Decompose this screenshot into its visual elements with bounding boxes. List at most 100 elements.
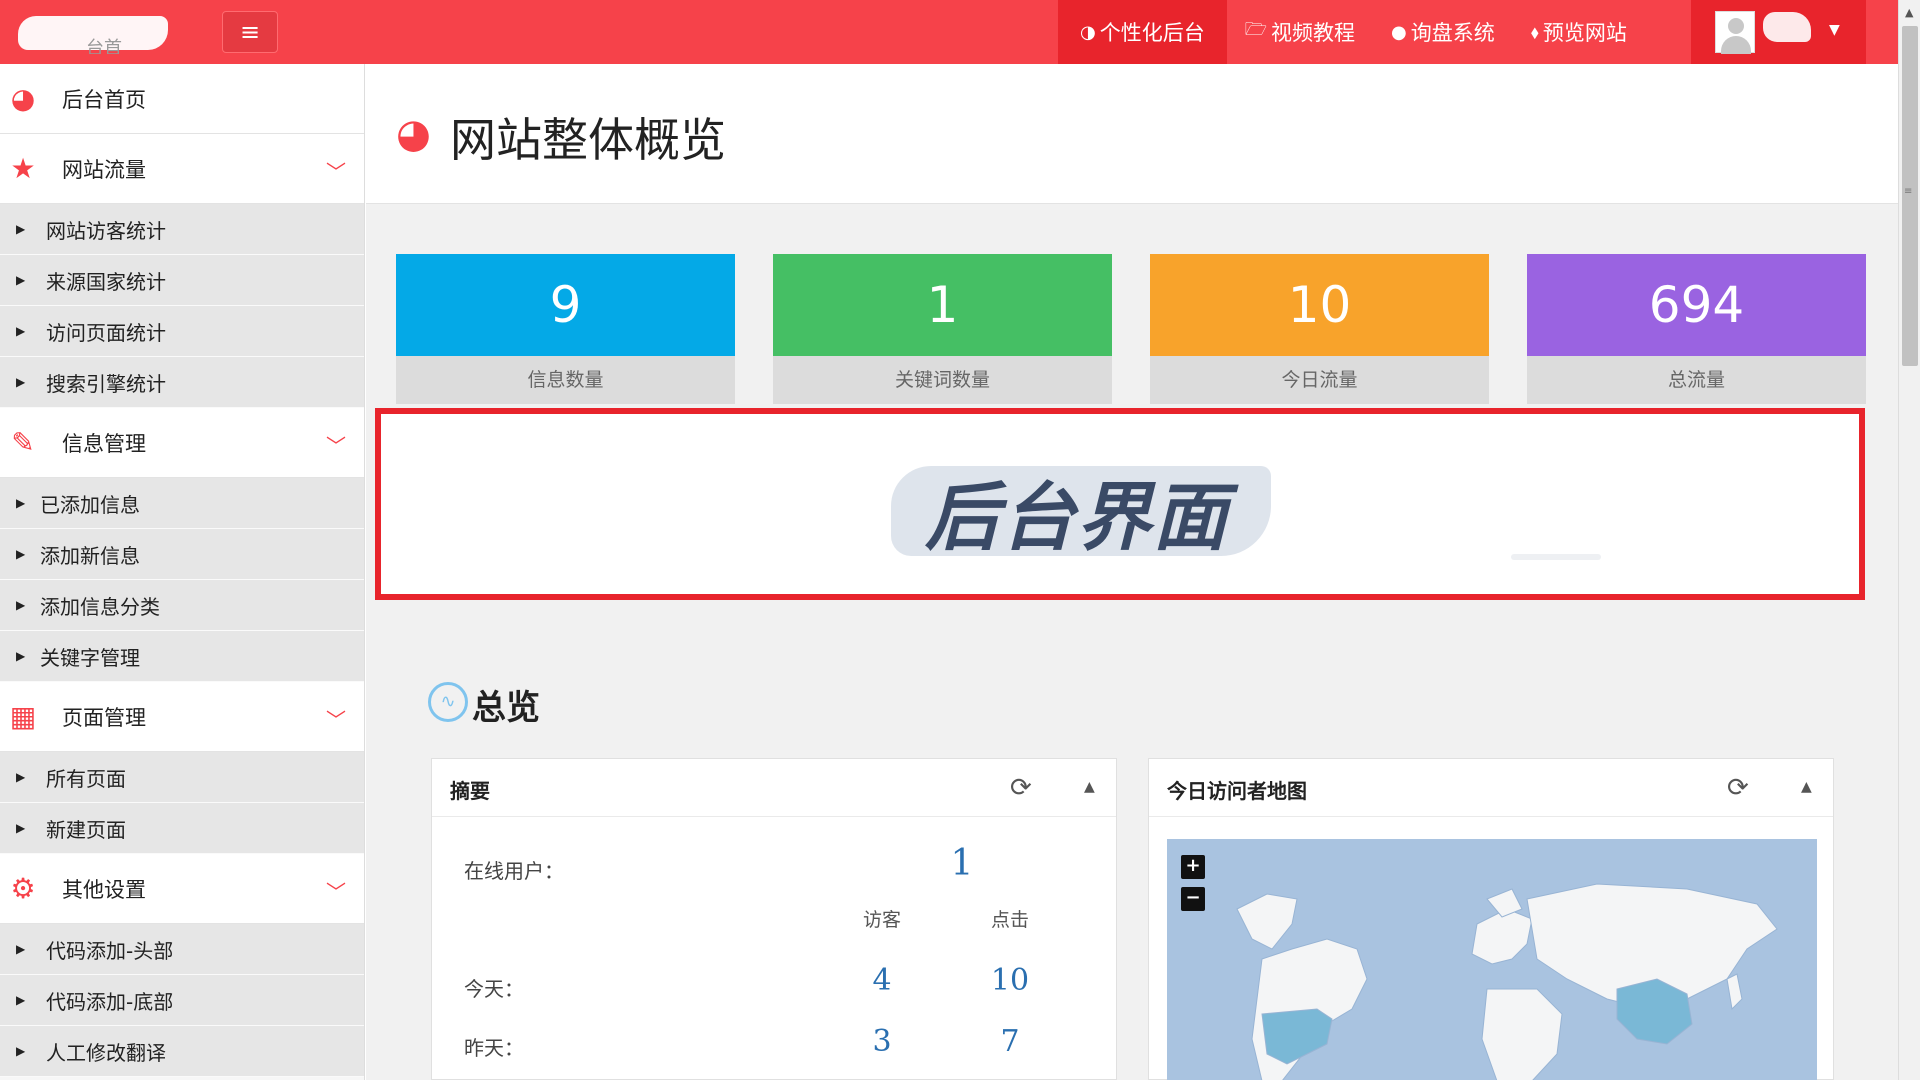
avatar-head bbox=[1728, 18, 1744, 34]
collapse-icon[interactable]: ▲ bbox=[1084, 779, 1095, 795]
nav-preview-site[interactable]: ⬧ 预览网站 bbox=[1513, 0, 1645, 64]
sidebar-subitem-label: 已添加信息 bbox=[40, 492, 140, 517]
sidebar-subitem[interactable]: ▶ 来源国家统计 bbox=[0, 255, 364, 306]
sidebar-subitem[interactable]: ▶ 新建页面 bbox=[0, 803, 364, 854]
user-menu[interactable]: ▼ bbox=[1691, 0, 1866, 64]
caret-right-icon: ▶ bbox=[16, 273, 26, 287]
sidebar-group-settings[interactable]: ⚙ 其他设置 ﹀ bbox=[0, 854, 364, 924]
clicks-column-header: 点击 bbox=[990, 909, 1029, 931]
caret-right-icon: ▶ bbox=[16, 649, 26, 663]
panel-header: 今日访问者地图 ⟳ ▲ bbox=[1149, 759, 1833, 817]
avatar bbox=[1715, 11, 1755, 54]
sidebar-group-traffic[interactable]: ★ 网站流量 ﹀ bbox=[0, 134, 364, 204]
refresh-icon[interactable]: ⟳ bbox=[1727, 773, 1749, 803]
caret-right-icon: ▶ bbox=[16, 821, 26, 835]
zoom-in-button[interactable]: + bbox=[1181, 855, 1205, 879]
yesterday-clicks-value: 7 bbox=[1000, 1024, 1020, 1059]
menu-toggle-button[interactable]: ≡ bbox=[222, 11, 278, 53]
caret-right-icon: ▶ bbox=[16, 547, 26, 561]
nav-inquiry-label: 询盘系统 bbox=[1410, 21, 1495, 45]
chevron-down-icon: ﹀ bbox=[326, 160, 346, 184]
yesterday-visitors-value: 3 bbox=[872, 1024, 892, 1059]
visitor-map-panel: 今日访问者地图 ⟳ ▲ + − bbox=[1148, 758, 1834, 1080]
sidebar-subitem-label: 代码添加-头部 bbox=[46, 938, 174, 963]
caret-right-icon: ▶ bbox=[16, 496, 26, 510]
dashboard-icon: ◕ bbox=[10, 82, 36, 115]
section-title: 总览 bbox=[472, 688, 540, 728]
today-clicks-value: 10 bbox=[990, 963, 1030, 998]
nav-inquiry[interactable]: ● 询盘系统 bbox=[1373, 0, 1513, 64]
collapse-icon[interactable]: ▲ bbox=[1801, 779, 1812, 795]
contrast-icon: ◑ bbox=[1080, 21, 1096, 43]
gear-icon: ⚙ bbox=[10, 872, 36, 905]
scroll-up-icon[interactable]: ▲ bbox=[1905, 6, 1913, 19]
nav-personalize[interactable]: ◑ 个性化后台 bbox=[1058, 0, 1227, 64]
nav-video-tutorial[interactable]: 🗁 视频教程 bbox=[1227, 0, 1373, 64]
avatar-body bbox=[1721, 36, 1751, 54]
nav-video-tutorial-label: 视频教程 bbox=[1271, 21, 1356, 45]
username-redaction bbox=[1763, 12, 1811, 42]
sidebar-subitem[interactable]: ▶ 关键字管理 bbox=[0, 631, 364, 682]
sidebar-subitem-label: 网站访客统计 bbox=[46, 218, 166, 243]
page-scrollbar[interactable]: ▲ ≡ bbox=[1898, 0, 1920, 1080]
page-title: 网站整体概览 bbox=[450, 113, 726, 167]
top-nav: ◑ 个性化后台 🗁 视频教程 ● 询盘系统 ⬧ 预览网站 bbox=[1058, 0, 1645, 64]
caret-right-icon: ▶ bbox=[16, 942, 26, 956]
sidebar-subitem[interactable]: ▶ 代码添加-头部 bbox=[0, 924, 364, 975]
refresh-icon[interactable]: ⟳ bbox=[1010, 773, 1032, 803]
online-users-label: 在线用户： bbox=[464, 859, 564, 883]
today-label: 今天： bbox=[464, 977, 524, 1001]
sidebar-group-info[interactable]: ✎ 信息管理 ﹀ bbox=[0, 408, 364, 478]
nav-personalize-label: 个性化后台 bbox=[1099, 21, 1205, 45]
pulse-icon: ∿ bbox=[428, 682, 468, 722]
world-map[interactable]: + − bbox=[1167, 839, 1817, 1080]
sidebar-subitem-label: 所有页面 bbox=[46, 766, 126, 791]
top-bar: 台首 ≡ ◑ 个性化后台 🗁 视频教程 ● 询盘系统 ⬧ 预览网站 ▼ bbox=[0, 0, 1898, 64]
chevron-down-icon: ﹀ bbox=[326, 708, 346, 732]
sidebar-subitem[interactable]: ▶ 添加信息分类 bbox=[0, 580, 364, 631]
sidebar-subitem-label: 访问页面统计 bbox=[46, 320, 166, 345]
sidebar-subitem[interactable]: ▶ 搜索引擎统计 bbox=[0, 357, 364, 408]
stat-label: 总流量 bbox=[1667, 369, 1725, 391]
sidebar-item-home[interactable]: ◕ 后台首页 bbox=[0, 64, 364, 134]
stat-card-keyword-count[interactable]: 1 关键词数量 bbox=[773, 254, 1112, 404]
stat-card-total-traffic[interactable]: 694 总流量 bbox=[1527, 254, 1866, 404]
sidebar-subitem[interactable]: ▶ 代码添加-底部 bbox=[0, 975, 364, 1026]
stat-label: 关键词数量 bbox=[894, 369, 990, 391]
sidebar-subitem[interactable]: ▶ 访问页面统计 bbox=[0, 306, 364, 357]
sidebar-subitem-label: 新建页面 bbox=[46, 817, 126, 842]
caret-down-icon: ▼ bbox=[1829, 22, 1840, 38]
sidebar-subitem-label: 来源国家统计 bbox=[46, 269, 166, 294]
folder-icon: 🗁 bbox=[1244, 19, 1268, 40]
sidebar-subitem[interactable]: ▶ 添加新信息 bbox=[0, 529, 364, 580]
banner-text: 后台界面 bbox=[925, 475, 1229, 561]
star-icon: ★ bbox=[10, 152, 36, 185]
chevron-down-icon: ﹀ bbox=[326, 434, 346, 458]
stat-card-today-traffic[interactable]: 10 今日流量 bbox=[1150, 254, 1489, 404]
zoom-out-button[interactable]: − bbox=[1181, 887, 1205, 911]
sidebar-group-label: 页面管理 bbox=[62, 705, 146, 730]
nav-preview-site-label: 预览网站 bbox=[1542, 21, 1627, 45]
sidebar-subitem-label: 代码添加-底部 bbox=[46, 989, 174, 1014]
summary-panel: 摘要 ⟳ ▲ 在线用户： 1 访客 点击 今天： 4 10 昨天： 3 7 bbox=[431, 758, 1117, 1080]
sidebar-group-pages[interactable]: ▦ 页面管理 ﹀ bbox=[0, 682, 364, 752]
sidebar-subitem[interactable]: ▶ 人工修改翻译 bbox=[0, 1026, 364, 1077]
panel-title: 摘要 bbox=[450, 779, 490, 803]
sidebar-subitem[interactable]: ▶ 网站访客统计 bbox=[0, 204, 364, 255]
chevron-down-icon: ﹀ bbox=[326, 880, 346, 904]
page-header: ◕ 网站整体概览 bbox=[366, 64, 1898, 204]
banner-decoration bbox=[1511, 554, 1601, 560]
site-logo[interactable]: 台首 bbox=[18, 12, 188, 54]
stat-label: 今日流量 bbox=[1281, 369, 1358, 391]
sidebar-subitem[interactable]: ▶ 已添加信息 bbox=[0, 478, 364, 529]
sidebar-subitem[interactable]: ▶ 所有页面 bbox=[0, 752, 364, 803]
sidebar-item-label: 后台首页 bbox=[62, 87, 146, 112]
online-users-value: 1 bbox=[950, 843, 974, 884]
dashboard-icon: ◕ bbox=[396, 111, 431, 157]
sidebar-subitem-label: 人工修改翻译 bbox=[46, 1040, 166, 1065]
today-visitors-value: 4 bbox=[872, 963, 892, 998]
caret-right-icon: ▶ bbox=[16, 770, 26, 784]
sidebar: ◕ 后台首页 ★ 网站流量 ﹀ ▶ 网站访客统计 ▶ 来源国家统计 ▶ 访问页面统计 … bbox=[0, 64, 365, 1080]
stat-label: 信息数量 bbox=[527, 369, 604, 391]
stat-card-info-count[interactable]: 9 信息数量 bbox=[396, 254, 735, 404]
